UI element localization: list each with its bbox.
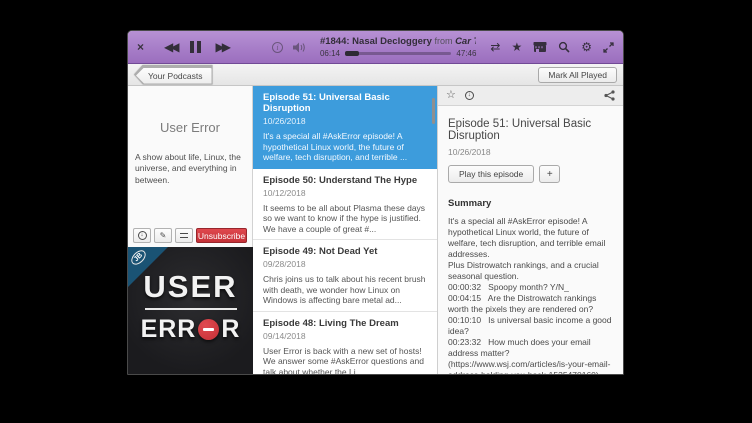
artwork-line2-left: ERR <box>141 315 197 344</box>
episode-description: User Error is back with a new set of hos… <box>263 346 427 375</box>
fast-forward-button[interactable]: ▶▶ <box>215 41 227 53</box>
back-button-wrap: Your Podcasts <box>134 65 213 85</box>
artwork-line1: USER <box>128 269 253 305</box>
detail-buttons: Play this episode + <box>448 165 613 183</box>
secondary-controls: i <box>272 42 306 53</box>
progress-fill <box>345 51 359 56</box>
summary-heading: Summary <box>448 198 613 209</box>
episode-list: Episode 51: Universal Basic Disruption 1… <box>253 86 438 374</box>
episode-description: Chris joins us to talk about his recent … <box>263 274 427 306</box>
episode-description: It's a special all #AskError episode! A … <box>263 131 427 163</box>
episode-date: 10/26/2018 <box>263 116 427 126</box>
now-playing-episode: #1844: Nasal Decloggery <box>320 36 432 47</box>
episode-list-scrollbar[interactable] <box>432 98 435 124</box>
queue-icon[interactable]: ⇄ <box>490 41 500 53</box>
podcast-title: User Error <box>135 120 245 135</box>
error-minus-icon <box>198 319 219 340</box>
progress-row: 06:14 47:46 <box>320 49 476 58</box>
now-playing-show: Car Talk <box>455 36 476 47</box>
episode-date: 10/12/2018 <box>263 188 427 198</box>
podcast-artwork: JB USER ERR R <box>128 247 253 374</box>
elapsed-time: 06:14 <box>320 49 340 58</box>
episode-row-51[interactable]: Episode 51: Universal Basic Disruption 1… <box>253 86 437 169</box>
episode-title: Episode 51: Universal Basic Disruption <box>263 92 427 114</box>
podcast-sidebar: User Error A show about life, Linux, the… <box>128 86 253 374</box>
episode-row-48[interactable]: Episode 48: Living The Dream 09/14/2018 … <box>253 312 437 375</box>
play-this-episode-button[interactable]: Play this episode <box>448 165 534 183</box>
artwork-divider <box>145 308 237 310</box>
download-all-button[interactable]: ↓ <box>133 228 151 243</box>
desktop-background: × ◀◀ ▶▶ i #1844: Nasal Decloggery from C… <box>0 0 752 423</box>
share-icon[interactable] <box>604 90 615 101</box>
pause-button[interactable] <box>190 41 201 53</box>
pencil-icon: ✎ <box>160 231 167 240</box>
titlebar: × ◀◀ ▶▶ i #1844: Nasal Decloggery from C… <box>128 31 623 64</box>
progress-bar[interactable] <box>345 52 451 55</box>
episode-title: Episode 49: Not Dead Yet <box>263 246 427 257</box>
close-window-icon[interactable]: × <box>137 41 144 53</box>
now-playing-area: #1844: Nasal Decloggery from Car Talk 06… <box>316 36 480 58</box>
episode-row-50[interactable]: Episode 50: Understand The Hype 10/12/20… <box>253 169 437 241</box>
podcast-description: A show about life, Linux, the universe, … <box>135 152 245 186</box>
volume-icon[interactable] <box>293 42 306 53</box>
episode-row-49[interactable]: Episode 49: Not Dead Yet 09/28/2018 Chri… <box>253 240 437 312</box>
detail-episode-title: Episode 51: Universal Basic Disruption <box>448 118 613 142</box>
hide-played-button[interactable] <box>175 228 193 243</box>
podcast-actions: ↓ ✎ Unsubscribe <box>128 228 252 247</box>
episode-date: 09/28/2018 <box>263 259 427 269</box>
your-podcasts-back-button[interactable]: Your Podcasts <box>134 65 213 85</box>
now-playing-title: #1844: Nasal Decloggery from Car Talk <box>320 36 476 47</box>
episode-title: Episode 48: Living The Dream <box>263 318 427 329</box>
unsubscribe-button[interactable]: Unsubscribe <box>196 228 247 243</box>
podcast-store-icon[interactable] <box>533 41 547 53</box>
episode-description: It seems to be all about Plasma these da… <box>263 203 427 235</box>
settings-gear-icon[interactable]: ⚙ <box>581 41 592 53</box>
artwork-text: USER ERR R <box>128 269 253 344</box>
episode-date: 09/14/2018 <box>263 331 427 341</box>
summary-text: It's a special all #AskError episode! A … <box>448 216 613 374</box>
detail-body: Episode 51: Universal Basic Disruption 1… <box>438 106 623 374</box>
episode-title: Episode 50: Understand The Hype <box>263 175 427 186</box>
mark-all-played-button[interactable]: Mark All Played <box>538 67 617 83</box>
search-icon[interactable] <box>558 41 570 53</box>
detail-icon-bar: ☆ ↓ <box>438 86 623 106</box>
your-podcasts-label: Your Podcasts <box>135 68 212 84</box>
total-time: 47:46 <box>456 49 476 58</box>
podcast-info: User Error A show about life, Linux, the… <box>128 86 252 228</box>
star-outline-icon[interactable]: ☆ <box>446 90 456 101</box>
episode-info-icon[interactable]: i <box>272 42 283 53</box>
content-area: User Error A show about life, Linux, the… <box>128 86 623 374</box>
starred-icon[interactable]: ★ <box>511 41 522 53</box>
edit-button[interactable]: ✎ <box>154 228 172 243</box>
artwork-line2-right: R <box>221 315 240 344</box>
episode-detail-panel: ☆ ↓ Episode 51: Universal Basic Disrupti… <box>438 86 623 374</box>
download-episode-icon[interactable]: ↓ <box>465 91 474 100</box>
vocal-podcast-window: × ◀◀ ▶▶ i #1844: Nasal Decloggery from C… <box>127 30 624 375</box>
list-icon <box>180 233 188 238</box>
add-to-queue-button[interactable]: + <box>539 165 560 183</box>
now-playing-from-label: from <box>435 36 456 46</box>
detail-episode-date: 10/26/2018 <box>448 147 613 157</box>
rewind-button[interactable]: ◀◀ <box>164 41 176 53</box>
titlebar-right-icons: ⇄ ★ ⚙ <box>490 41 614 53</box>
artwork-line2: ERR R <box>128 315 253 344</box>
download-icon: ↓ <box>138 231 147 240</box>
toolbar: Your Podcasts Mark All Played <box>128 64 623 86</box>
fullscreen-icon[interactable] <box>603 42 614 53</box>
